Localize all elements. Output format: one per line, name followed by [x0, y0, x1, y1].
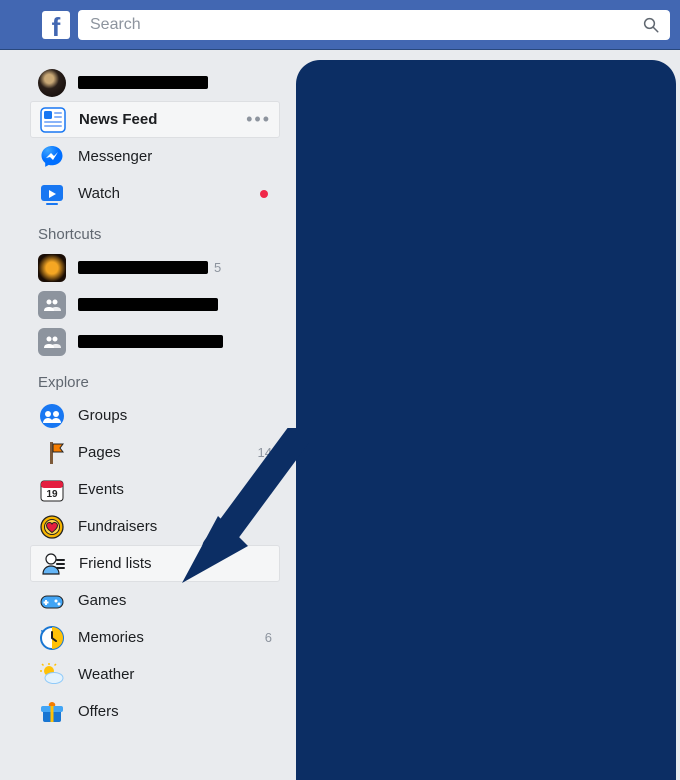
pages-icon [38, 439, 66, 467]
sidebar-item-friend-lists[interactable]: Friend lists [30, 545, 280, 582]
content-placeholder [296, 60, 676, 780]
offers-icon [38, 698, 66, 726]
games-icon [38, 587, 66, 615]
sidebar-item-label: Friend lists [79, 555, 271, 572]
sidebar-item-events[interactable]: 19 Events 1 [30, 471, 280, 508]
shortcut-name-redacted [78, 298, 218, 311]
sidebar-item-label: Groups [78, 407, 272, 424]
sidebar-item-label: Weather [78, 666, 272, 683]
shortcut-name-redacted [78, 335, 223, 348]
item-count: 14 [258, 445, 272, 460]
group-thumbnail [38, 254, 66, 282]
sidebar-item-label: Offers [78, 703, 272, 720]
search-wrap [78, 10, 670, 40]
svg-text:19: 19 [46, 489, 58, 500]
search-input[interactable] [78, 10, 670, 40]
weather-icon [38, 661, 66, 689]
memories-icon [38, 624, 66, 652]
facebook-logo[interactable]: f [42, 11, 70, 39]
sidebar-item-label: News Feed [79, 111, 240, 128]
fundraisers-icon [38, 513, 66, 541]
sidebar-item-label: Watch [78, 185, 260, 202]
sidebar-item-games[interactable]: Games [30, 582, 280, 619]
shortcut-name-redacted [78, 261, 208, 274]
section-title-explore: Explore [30, 360, 280, 397]
sidebar-item-fundraisers[interactable]: Fundraisers [30, 508, 280, 545]
avatar [38, 69, 66, 97]
sidebar-item-weather[interactable]: Weather [30, 656, 280, 693]
messenger-icon [38, 143, 66, 171]
group-thumbnail [38, 328, 66, 356]
content: News Feed ••• Messenger [0, 50, 680, 780]
sidebar-item-label: Events [78, 481, 259, 498]
sidebar-item-memories[interactable]: Memories 6 [30, 619, 280, 656]
sidebar-item-label: Messenger [78, 148, 272, 165]
main-panel [288, 50, 680, 780]
sidebar-item-label: Games [78, 592, 272, 609]
sidebar-item-label: Memories [78, 629, 259, 646]
sidebar-item-profile[interactable] [30, 64, 280, 101]
shortcut-count: 5 [214, 260, 221, 275]
events-icon: 19 [38, 476, 66, 504]
section-title-shortcuts: Shortcuts [30, 212, 280, 249]
sidebar-item-offers[interactable]: Offers [30, 693, 280, 730]
more-icon[interactable]: ••• [246, 109, 271, 130]
friend-lists-icon [39, 550, 67, 578]
search-icon[interactable] [642, 16, 660, 34]
sidebar-item-label: Fundraisers [78, 518, 272, 535]
groups-icon [38, 402, 66, 430]
sidebar-item-shortcut[interactable]: 5 [30, 249, 280, 286]
sidebar-item-shortcut[interactable] [30, 286, 280, 323]
sidebar-item-news-feed[interactable]: News Feed ••• [30, 101, 280, 138]
profile-name-redacted [78, 76, 208, 89]
notification-dot [260, 190, 268, 198]
sidebar-item-label: Pages [78, 444, 252, 461]
topbar: f [0, 0, 680, 50]
watch-icon [38, 180, 66, 208]
item-count: 6 [265, 630, 272, 645]
sidebar-item-shortcut[interactable] [30, 323, 280, 360]
item-count: 1 [265, 482, 272, 497]
sidebar-item-watch[interactable]: Watch [30, 175, 280, 212]
sidebar-item-groups[interactable]: Groups [30, 397, 280, 434]
sidebar-item-pages[interactable]: Pages 14 [30, 434, 280, 471]
group-thumbnail [38, 291, 66, 319]
news-feed-icon [39, 106, 67, 134]
sidebar-item-messenger[interactable]: Messenger [30, 138, 280, 175]
sidebar: News Feed ••• Messenger [0, 50, 288, 780]
